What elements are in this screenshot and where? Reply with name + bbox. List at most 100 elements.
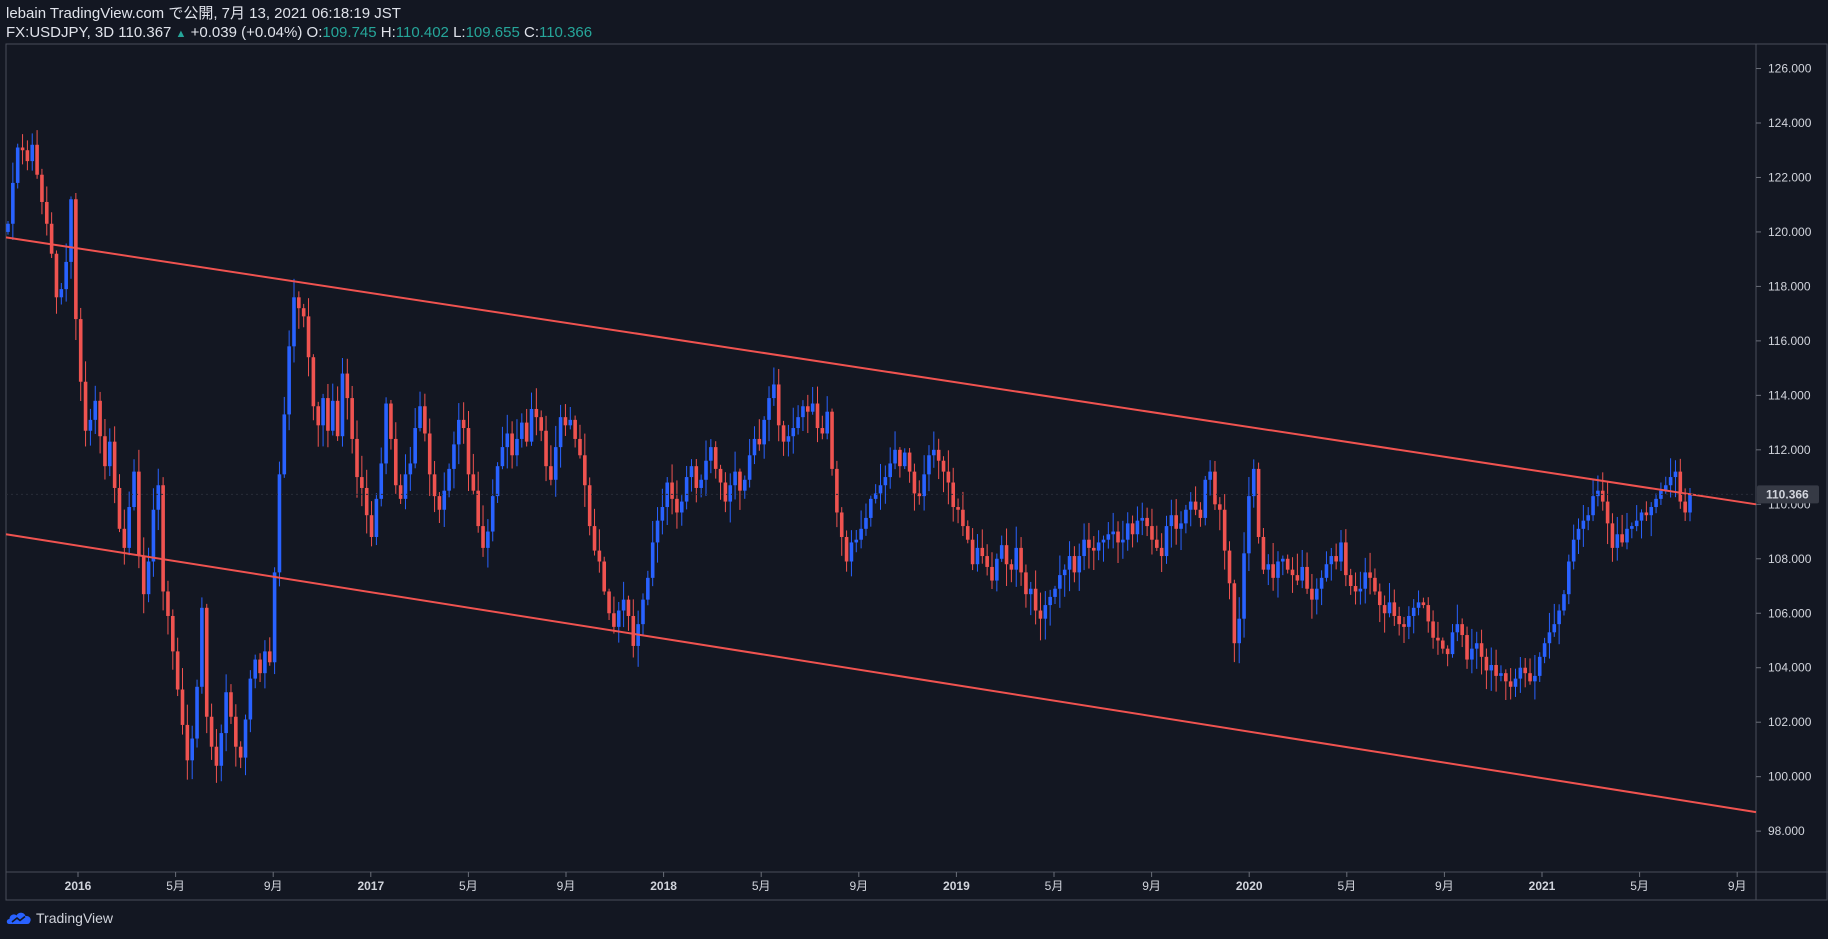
candle-body: [1683, 501, 1687, 513]
candle-body: [1193, 501, 1198, 510]
candle-body: [408, 463, 413, 475]
candle-body: [1605, 501, 1610, 524]
candle-body: [49, 223, 54, 254]
candle-body: [64, 261, 68, 290]
trend-channel[interactable]: [5, 236, 1757, 814]
candle-body: [679, 501, 684, 513]
candle-body: [1513, 678, 1518, 687]
candle-body: [1290, 569, 1295, 576]
candle-body: [243, 719, 248, 758]
candle-body: [1373, 577, 1377, 592]
candle-body: [1251, 468, 1256, 497]
candle-body: [985, 556, 989, 567]
candle-body: [747, 455, 752, 480]
candle-body: [1203, 479, 1208, 518]
candle-body: [200, 607, 204, 687]
candle-body: [965, 526, 970, 540]
candle-body: [20, 147, 25, 151]
x-tick-label: 5月: [1630, 879, 1649, 893]
candle-body: [646, 577, 650, 600]
candle-body: [912, 471, 917, 494]
tradingview-logo[interactable]: TradingView: [6, 910, 113, 926]
candle-body: [1116, 531, 1120, 543]
candle-body: [1421, 602, 1426, 606]
candle-body: [738, 471, 742, 491]
candle-body: [1542, 643, 1547, 657]
candle-body: [1489, 665, 1494, 671]
candle-body: [1688, 494, 1692, 513]
candle-body: [762, 419, 766, 445]
candle-body: [195, 686, 199, 739]
candle-body: [757, 438, 762, 445]
candle-body: [1285, 558, 1290, 570]
candle-body: [78, 319, 83, 382]
x-tick-label: 2016: [65, 879, 92, 893]
y-tick-label: 98.000: [1768, 824, 1805, 838]
candle-body: [481, 526, 485, 548]
candle-body: [1440, 640, 1445, 649]
candle-body: [1348, 575, 1353, 587]
candle-body: [1300, 566, 1305, 581]
candle-body: [999, 545, 1004, 559]
x-tick-label: 9月: [557, 879, 576, 893]
candle-body: [1644, 512, 1649, 516]
candle-body: [297, 297, 301, 309]
candle-body: [6, 223, 10, 232]
candle-body: [1082, 539, 1086, 557]
candle-body: [1567, 561, 1571, 595]
candle-body: [137, 471, 141, 557]
candle-body: [844, 536, 849, 562]
candle-body: [1363, 572, 1368, 589]
candle-body: [1436, 637, 1440, 641]
candle-body: [670, 482, 674, 499]
candle-body: [1484, 656, 1489, 671]
price-chart[interactable]: 98.000 100.000 102.000 104.000 106.000 108.00…: [0, 0, 1828, 939]
candle-body: [970, 539, 975, 565]
candle-body: [907, 452, 912, 472]
y-tick-label: 106.000: [1768, 606, 1812, 620]
candle-body: [476, 490, 480, 527]
candle-body: [301, 308, 306, 317]
y-tick-label: 116.000: [1768, 334, 1811, 348]
candle-body: [1586, 515, 1591, 521]
x-tick-label: 5月: [459, 879, 478, 893]
candle-body: [990, 566, 994, 581]
candle-body: [25, 150, 30, 162]
x-tick-label: 9月: [264, 879, 283, 893]
candle-body: [1494, 665, 1498, 676]
candle-body: [1518, 667, 1523, 679]
candle-body: [1281, 558, 1285, 562]
x-tick-label: 9月: [1728, 879, 1747, 893]
candle-body: [326, 398, 330, 431]
candle-body: [1324, 564, 1329, 578]
x-tick-label: 9月: [1435, 879, 1454, 893]
candle-body: [946, 471, 951, 483]
candle-body: [1101, 539, 1106, 543]
price-axis[interactable]: 98.000 100.000 102.000 104.000 106.000 108.00…: [1756, 62, 1812, 839]
candle-body: [505, 433, 510, 448]
y-tick-label: 100.000: [1768, 770, 1812, 784]
candle-body: [1213, 471, 1217, 505]
candle-body: [510, 433, 514, 456]
x-tick-label: 5月: [1045, 879, 1064, 893]
candle-body: [767, 398, 771, 420]
candle-body: [917, 493, 922, 497]
candle-body: [35, 144, 39, 175]
candle-body: [1145, 517, 1149, 527]
candle-body: [54, 253, 59, 298]
candle-body: [549, 466, 553, 480]
candle-body: [869, 498, 873, 518]
time-axis[interactable]: 2016 5月 9月 2017 5月 9月 2018 5月 9月 2019 5月 9月 2020 5月 9月…: [65, 872, 1747, 893]
candle-body: [1256, 468, 1261, 537]
candle-body: [83, 381, 88, 431]
candle-body: [1392, 602, 1397, 616]
candle-body: [602, 561, 607, 592]
candle-body: [839, 512, 844, 537]
candle-body: [466, 428, 471, 475]
candle-body: [15, 147, 20, 183]
candle-body: [524, 422, 529, 442]
candle-body: [141, 556, 146, 595]
candle-body: [132, 471, 136, 508]
candle-body: [626, 599, 631, 616]
y-tick-label: 104.000: [1768, 661, 1812, 675]
